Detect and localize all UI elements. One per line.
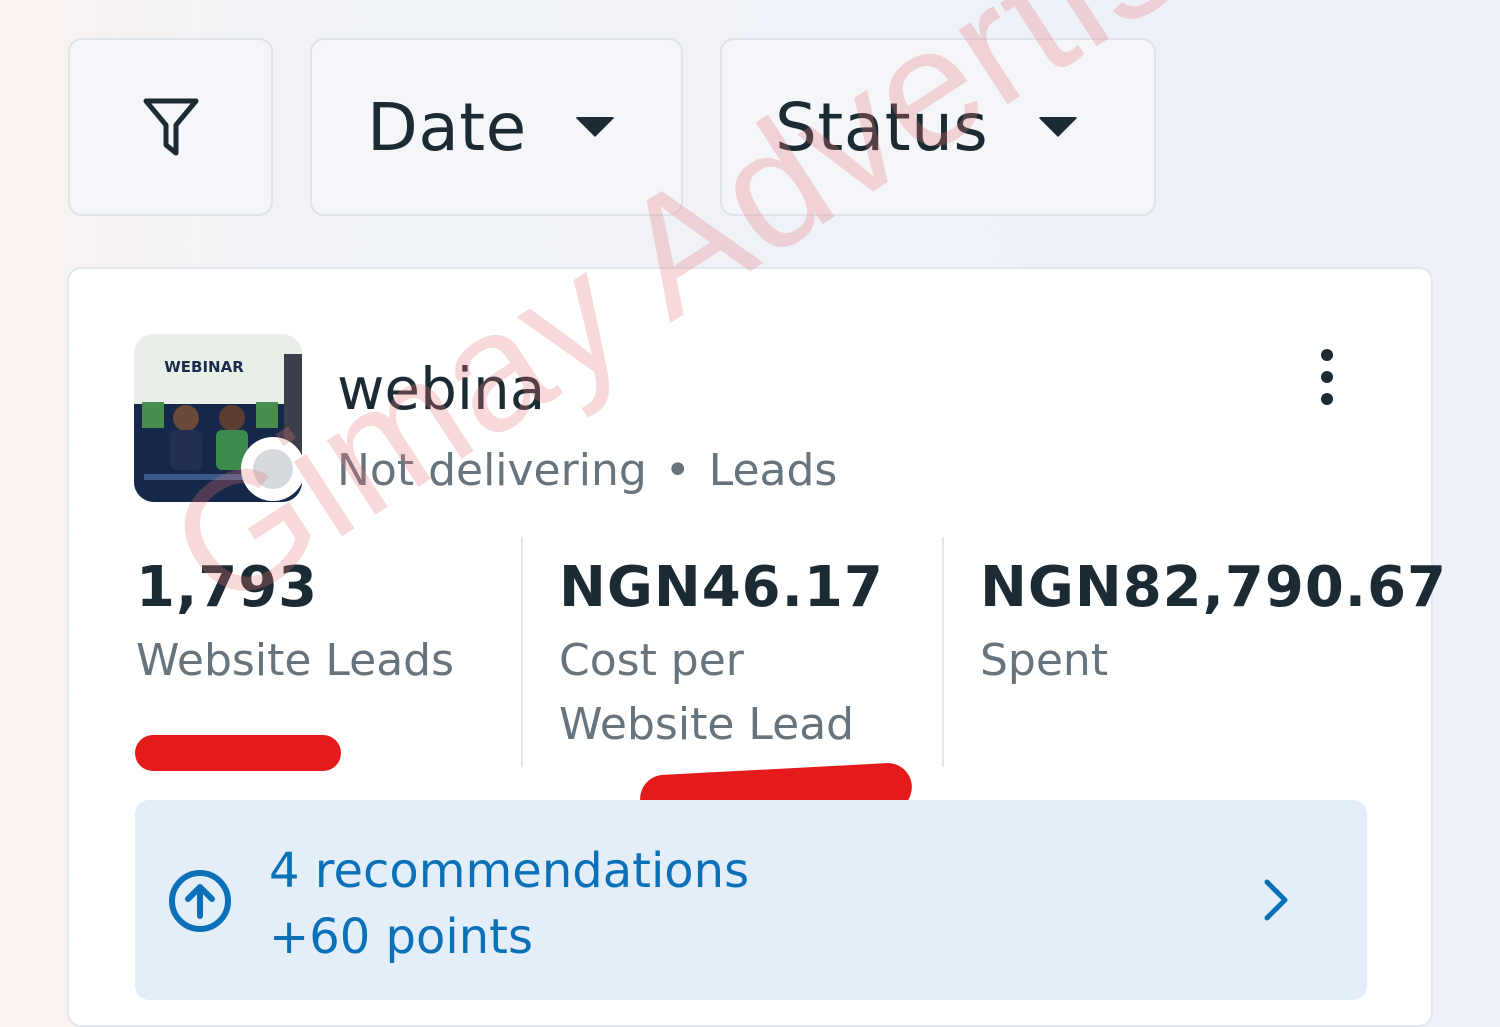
status-filter-label: Status: [775, 88, 989, 166]
metric-cost-per-lead: NGN46.17 Cost per Website Lead: [559, 547, 919, 757]
campaign-objective: Leads: [708, 445, 838, 496]
filter-funnel-icon: [143, 98, 198, 156]
svg-text:WEBINAR: WEBINAR: [164, 358, 244, 376]
status-filter-dropdown[interactable]: Status: [720, 38, 1156, 216]
metric-label: Website Leads: [136, 635, 455, 686]
more-vertical-icon: [1321, 349, 1333, 405]
metric-value: NGN46.17: [559, 555, 884, 620]
arrow-up-circle-icon: [169, 870, 231, 932]
metric-value: NGN82,790.67: [980, 555, 1447, 620]
recommendations-title: 4 recommendations: [269, 843, 750, 899]
campaign-card[interactable]: WEBINAR webina Not delivering • Leads 1,79…: [67, 267, 1447, 1027]
chevron-right-icon: [1264, 879, 1288, 921]
caret-down-icon: [1038, 117, 1079, 137]
metric-divider: [942, 537, 944, 767]
metric-website-leads: 1,793 Website Leads: [136, 547, 516, 693]
status-indicator-dot: [241, 437, 305, 501]
separator-dot: •: [664, 445, 691, 496]
red-underline-scribble: [135, 735, 341, 771]
metric-divider: [521, 537, 523, 767]
metric-spent: NGN82,790.67 Spent: [980, 547, 1447, 693]
metric-value: 1,793: [136, 555, 319, 620]
caret-down-icon: [574, 117, 615, 137]
recommendations-points: +60 points: [269, 909, 533, 965]
metric-label: Cost per Website Lead: [559, 635, 855, 750]
metric-label: Spent: [980, 635, 1109, 686]
filter-button[interactable]: [68, 38, 273, 216]
recommendations-banner[interactable]: 4 recommendations +60 points: [135, 800, 1367, 1000]
date-filter-dropdown[interactable]: Date: [310, 38, 683, 216]
campaign-subtitle: Not delivering • Leads: [337, 445, 837, 496]
recommendations-text: 4 recommendations +60 points: [269, 838, 749, 970]
date-filter-label: Date: [367, 88, 527, 166]
delivery-status: Not delivering: [337, 445, 647, 496]
more-options-button[interactable]: [1299, 347, 1355, 411]
campaign-name[interactable]: webina: [337, 355, 545, 423]
